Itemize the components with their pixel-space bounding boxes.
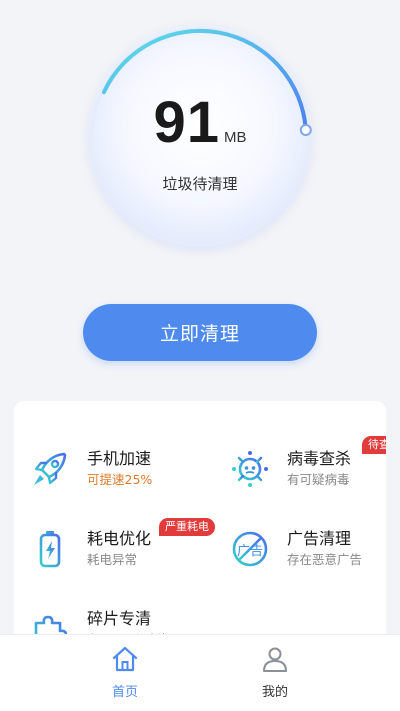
junk-size-unit: MB — [224, 129, 247, 146]
junk-size-number: 91 — [153, 90, 220, 155]
feature-subtitle: 可提速25% — [87, 472, 153, 487]
cleaner-header: 91 MB 垃圾待清理 立即清理 — [0, 0, 400, 400]
home-icon — [112, 646, 138, 672]
user-icon — [263, 647, 287, 672]
feature-subtitle: 存在恶意广告 — [287, 552, 363, 567]
features-card: 手机加速 可提速25% 病毒查杀 有可疑病毒 待查 耗电优化 耗电异常 严重耗电… — [14, 401, 386, 641]
feature-ad-cleanup[interactable]: 广告 广告清理 存在恶意广告 — [214, 521, 386, 581]
ad-block-icon: 广告 — [232, 531, 268, 567]
nav-profile[interactable]: 我的 — [235, 645, 315, 705]
feature-battery-optimize[interactable]: 耗电优化 耗电异常 严重耗电 — [14, 518, 215, 581]
virus-icon — [232, 451, 268, 487]
feature-title: 病毒查杀 — [287, 449, 352, 468]
bottom-navigation: 首页 我的 — [0, 634, 400, 711]
status-badge: 待查 — [362, 436, 386, 454]
feature-title: 碎片专清 — [87, 609, 152, 628]
feature-subtitle: 有可疑病毒 — [287, 472, 350, 487]
feature-title: 手机加速 — [87, 449, 152, 468]
battery-icon — [39, 531, 61, 568]
status-badge: 严重耗电 — [159, 518, 215, 536]
feature-title: 广告清理 — [287, 529, 352, 548]
junk-size: 91 MB — [88, 89, 312, 156]
feature-virus-scan[interactable]: 病毒查杀 有可疑病毒 待查 — [214, 436, 386, 501]
junk-label: 垃圾待清理 — [162, 175, 238, 193]
junk-gauge: 91 MB 垃圾待清理 — [88, 25, 312, 249]
rocket-icon — [34, 452, 67, 485]
feature-title: 耗电优化 — [87, 529, 152, 548]
clean-now-button[interactable]: 立即清理 — [83, 304, 317, 361]
feature-phone-boost[interactable]: 手机加速 可提速25% — [14, 441, 200, 501]
nav-home-label: 首页 — [111, 685, 138, 700]
feature-subtitle: 耗电异常 — [87, 552, 138, 567]
svg-text:广告: 广告 — [237, 544, 263, 559]
nav-profile-label: 我的 — [261, 685, 288, 700]
nav-home[interactable]: 首页 — [85, 645, 165, 705]
